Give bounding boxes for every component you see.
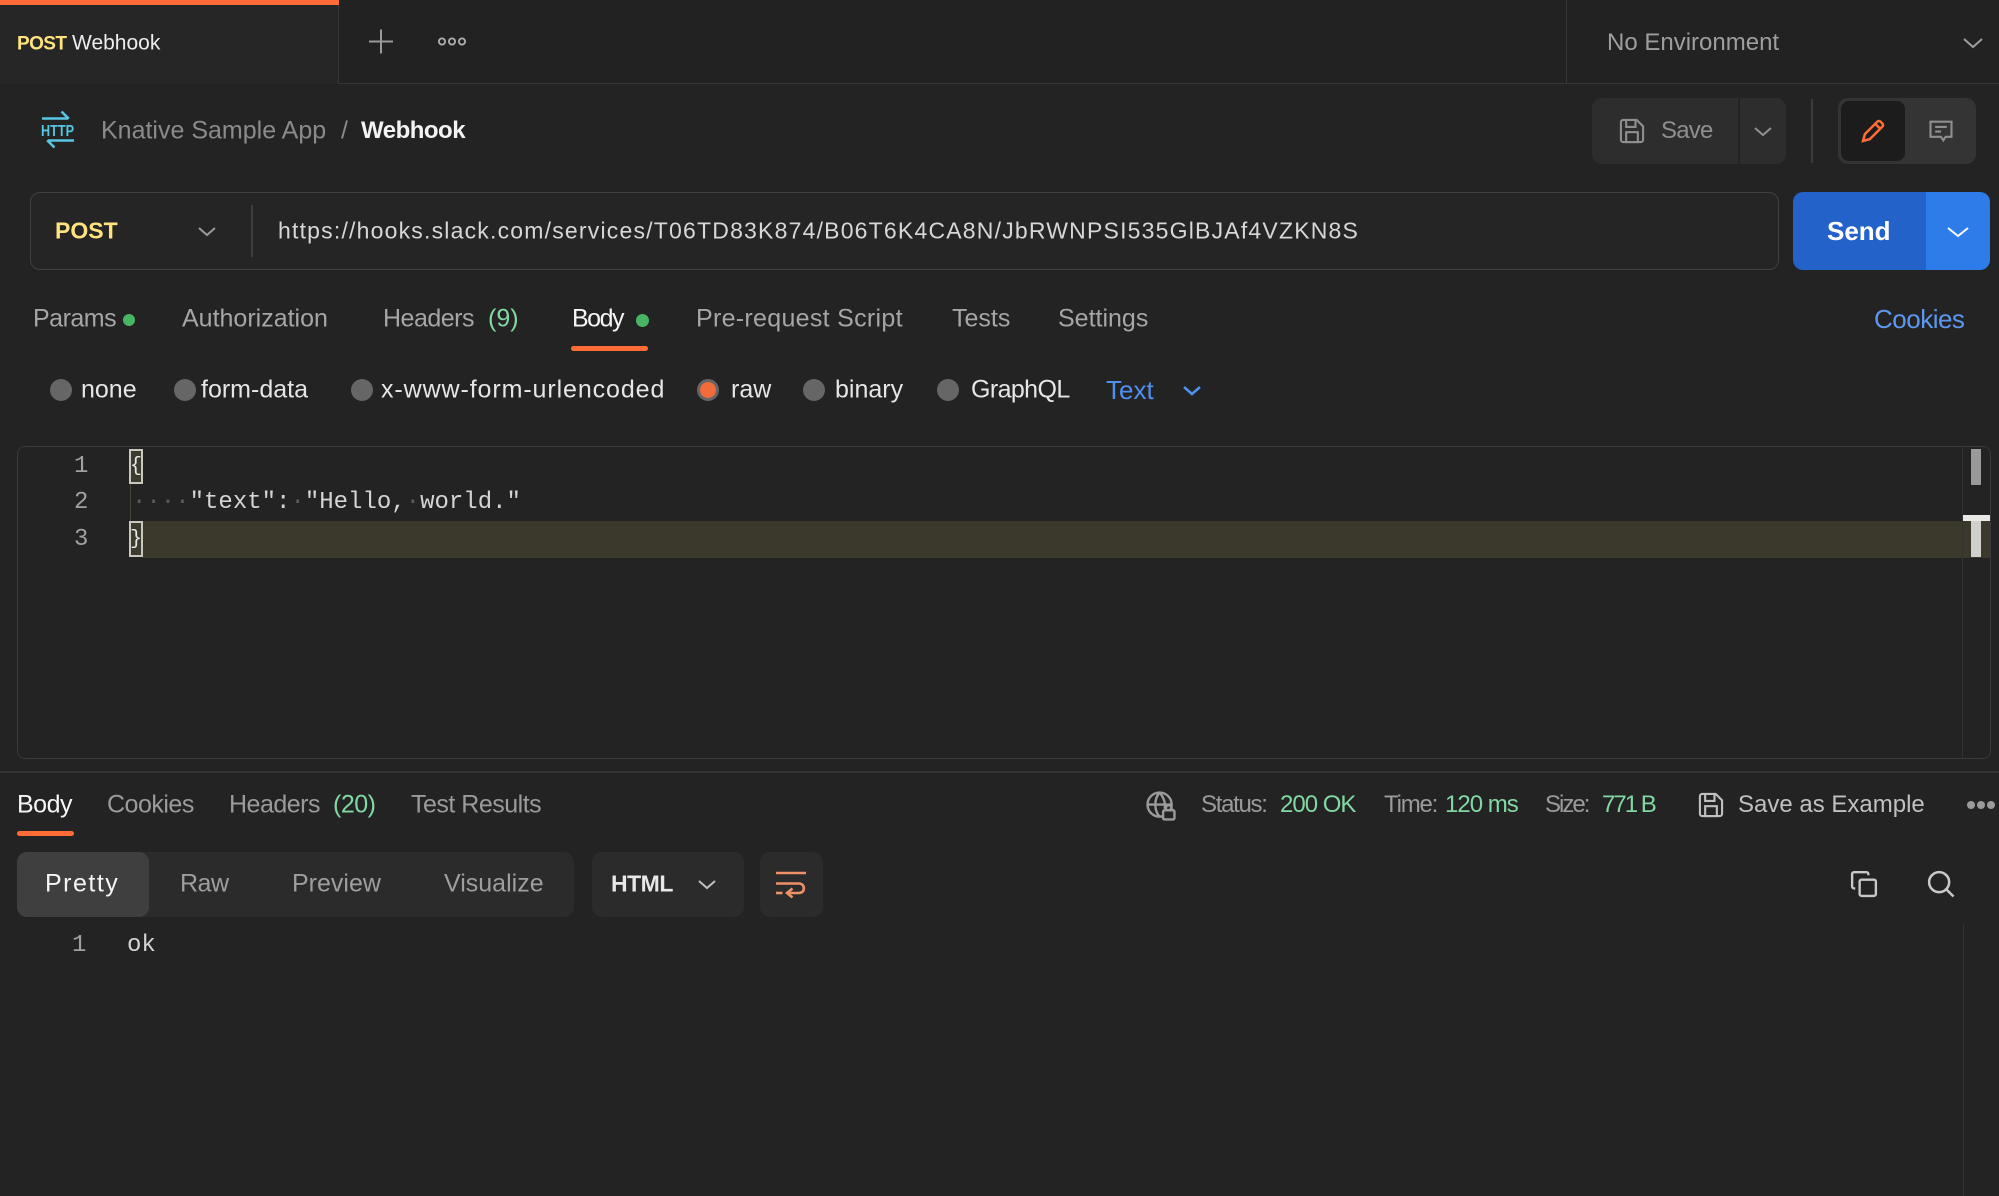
svg-text:HTTP: HTTP <box>41 123 74 140</box>
